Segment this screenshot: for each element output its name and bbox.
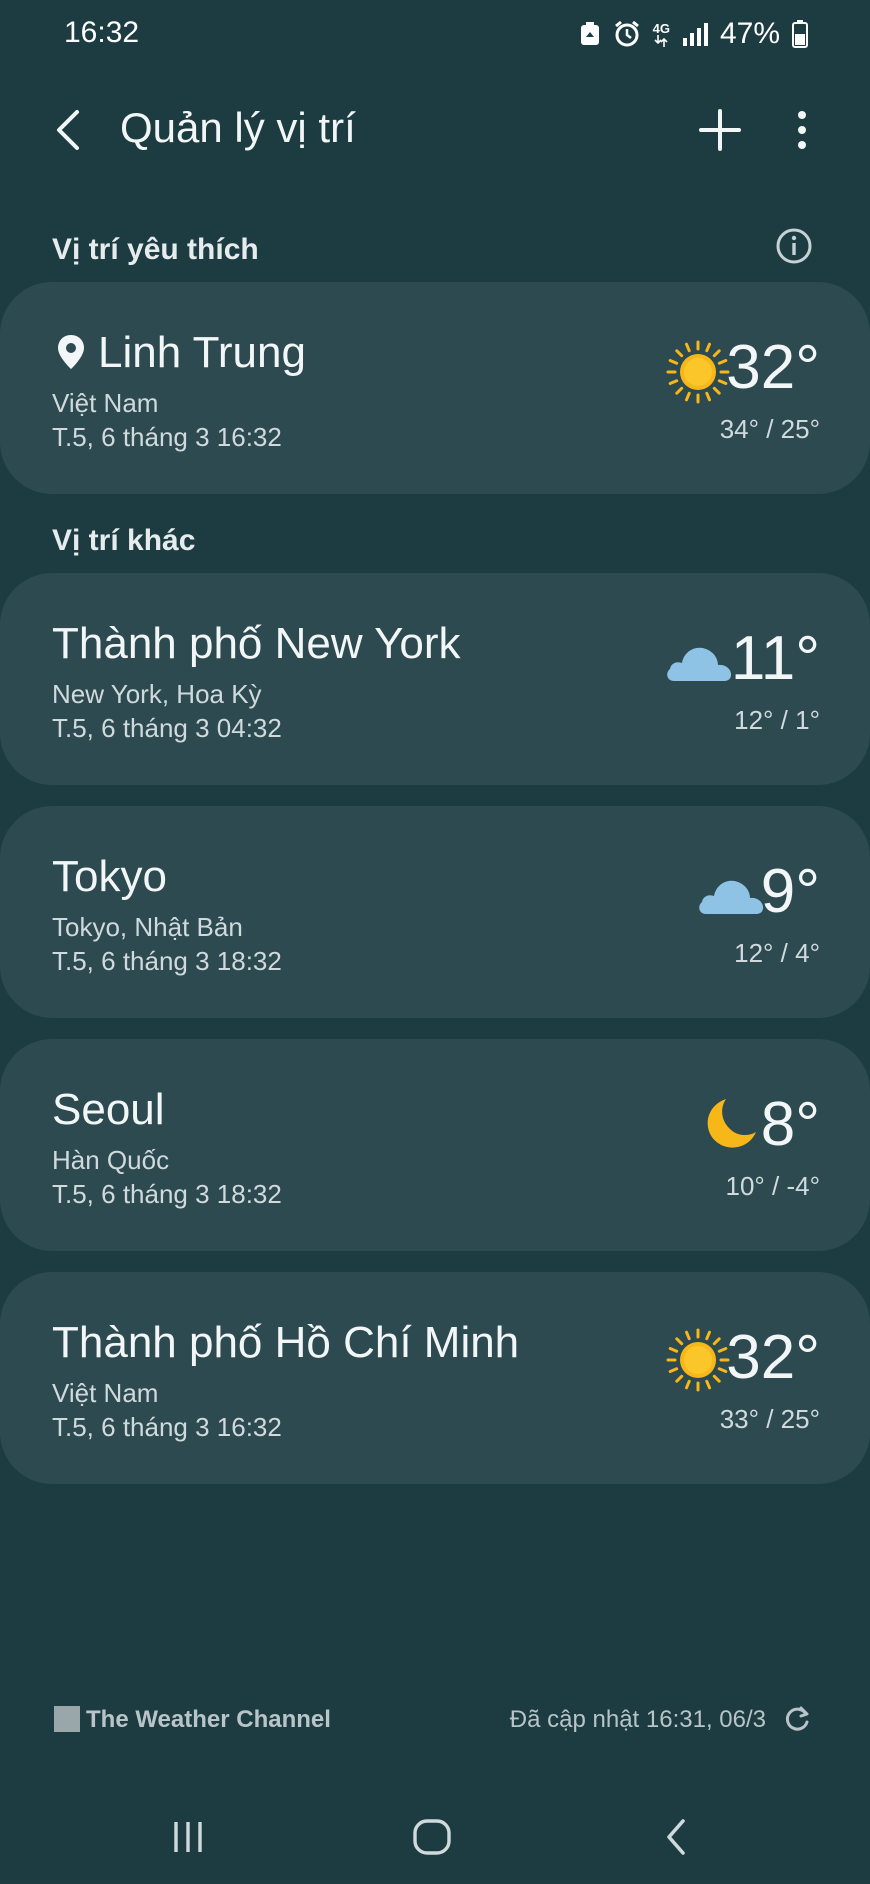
location-time: T.5, 6 tháng 3 04:32 [52,713,282,743]
location-region: New York, Hoa Kỳ [52,679,262,709]
nav-back-button[interactable] [646,1812,706,1862]
last-updated-text: Đã cập nhật 16:31, 06/3 [509,1706,766,1733]
status-bar: 16:32 4G 47% [0,0,870,70]
temp-range: 34° / 25° [719,414,820,444]
add-location-button[interactable] [690,96,750,164]
recent-apps-button[interactable] [158,1812,218,1862]
location-time: T.5, 6 tháng 3 16:32 [52,422,282,452]
location-card-new-york[interactable]: Thành phố New York New York, Hoa Kỳ T.5,… [0,573,870,785]
battery-icon [792,20,808,48]
info-button[interactable] [774,226,814,266]
location-card-ho-chi-minh[interactable]: Thành phố Hồ Chí Minh Việt Nam T.5, 6 th… [0,1272,870,1484]
info-icon [776,228,812,264]
section-label-favorites: Vị trí yêu thích [52,233,259,266]
status-icons: 4G 47% [579,14,808,54]
back-button[interactable] [40,98,96,162]
footer: The Weather Channel Đã cập nhật 16:31, 0… [0,1700,870,1744]
cloud-icon [696,872,766,923]
app-bar: Quản lý vị trí [0,90,870,170]
location-card-seoul[interactable]: Seoul Hàn Quốc T.5, 6 tháng 3 18:32 8° 1… [0,1039,870,1251]
location-time: T.5, 6 tháng 3 18:32 [52,1179,282,1209]
more-options-button[interactable] [776,96,828,164]
network-type-label: 4G [652,20,670,36]
current-temp: 32° [726,333,820,402]
current-temp: 9° [760,857,820,926]
temp-range: 10° / -4° [725,1171,820,1201]
current-temp: 32° [726,1323,820,1392]
refresh-button[interactable] [780,1702,814,1736]
home-icon [413,1819,451,1855]
status-time: 16:32 [64,16,140,49]
location-name: Thành phố New York [52,619,461,668]
sun-icon [666,340,730,409]
location-card-tokyo[interactable]: Tokyo Tokyo, Nhật Bản T.5, 6 tháng 3 18:… [0,806,870,1018]
location-region: Tokyo, Nhật Bản [52,912,243,942]
refresh-icon [785,1706,809,1731]
location-time: T.5, 6 tháng 3 18:32 [52,946,282,976]
network-4g-icon: 4G [653,22,670,47]
home-button[interactable] [402,1812,462,1862]
temp-range: 12° / 1° [734,705,820,735]
sun-icon [666,1328,730,1397]
location-region: Việt Nam [52,1378,159,1408]
location-name: Seoul [52,1085,165,1134]
location-time: T.5, 6 tháng 3 16:32 [52,1412,282,1442]
weather-channel-logo [54,1706,80,1732]
location-name: Tokyo [52,852,167,901]
section-label-others: Vị trí khác [52,524,196,557]
alarm-icon [613,20,641,48]
location-region: Việt Nam [52,388,159,418]
location-name: Linh Trung [98,328,306,377]
more-vert-icon [798,111,806,149]
temp-range: 12° / 4° [734,938,820,968]
nav-back-icon [667,1819,685,1855]
cloud-icon [664,639,734,690]
location-pin-icon [56,334,86,375]
moon-icon [702,1095,760,1158]
plus-icon [699,109,741,151]
location-card-linh-trung[interactable]: Linh Trung Việt Nam T.5, 6 tháng 3 16:32… [0,282,870,494]
temp-range: 33° / 25° [719,1404,820,1434]
location-name: Thành phố Hồ Chí Minh [52,1318,520,1367]
current-temp: 11° [730,624,820,693]
page-title: Quản lý vị trí [120,104,356,151]
system-nav-bar [0,1790,870,1884]
battery-percent: 47% [719,17,780,50]
signal-icon [682,22,708,46]
location-region: Hàn Quốc [52,1145,170,1175]
weather-channel-brand[interactable]: The Weather Channel [86,1706,331,1734]
recent-apps-icon [174,1822,202,1852]
recycle-notification-icon [579,21,601,47]
back-icon [57,110,79,150]
current-temp: 8° [760,1090,820,1159]
